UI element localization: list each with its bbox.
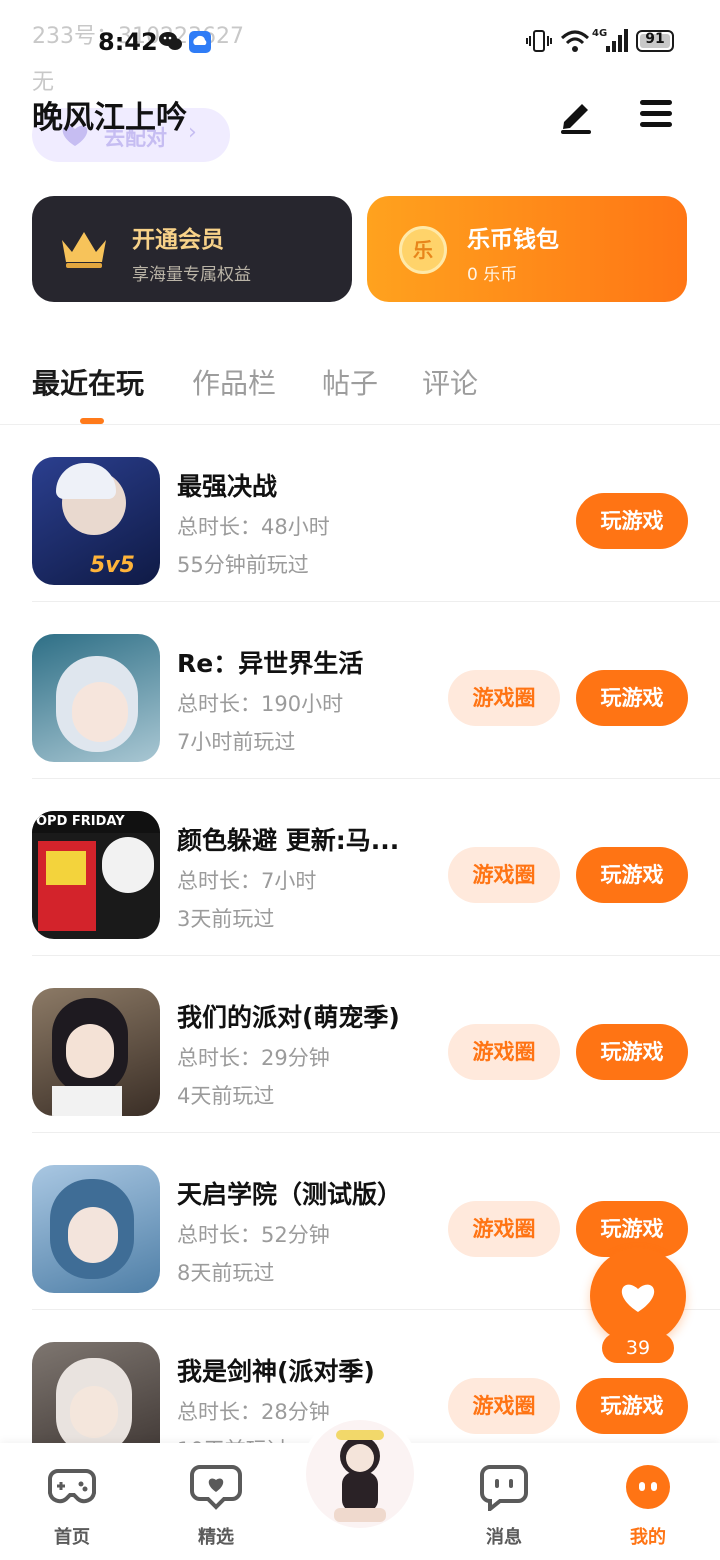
game-circle-button[interactable]: 游戏圈	[448, 1378, 560, 1434]
crown-icon	[62, 232, 106, 268]
game-circle-button[interactable]: 游戏圈	[448, 847, 560, 903]
wifi-icon	[560, 30, 590, 52]
game-title: 颜色躲避 更新:马...	[177, 826, 400, 855]
game-row[interactable]: 5v5 最强决战 总时长：48小时 55分钟前玩过 玩游戏	[0, 425, 720, 602]
game-last-played: 7小时前玩过	[177, 730, 296, 754]
game-title: Re：异世界生活	[177, 649, 364, 678]
battery-icon: 91	[636, 30, 674, 52]
game-thumbnail[interactable]	[32, 988, 160, 1116]
game-title: 最强决战	[177, 472, 278, 501]
battery-level: 91	[645, 31, 665, 47]
tab-recent[interactable]: 最近在玩	[32, 362, 144, 402]
heart-chat-icon	[190, 1465, 242, 1510]
game-duration: 总时长：48小时	[177, 515, 330, 539]
tab-comments[interactable]: 评论	[422, 362, 478, 402]
like-button[interactable]	[590, 1248, 686, 1344]
gamepad-icon	[48, 1469, 96, 1504]
game-title: 我们的派对(萌宠季)	[177, 1003, 400, 1032]
chevron-right-icon: ›	[188, 120, 197, 145]
vip-subtitle: 享海量专属权益	[132, 265, 251, 285]
game-thumbnail[interactable]	[32, 634, 160, 762]
game-duration: 总时长：28分钟	[177, 1400, 330, 1424]
pen-icon[interactable]	[552, 90, 600, 138]
coin-icon: 乐	[399, 226, 447, 274]
game-circle-button[interactable]: 游戏圈	[448, 1024, 560, 1080]
wallet-balance: 0 乐币	[467, 265, 518, 285]
game-title: 天启学院（测试版）	[177, 1180, 403, 1209]
play-game-button[interactable]: 玩游戏	[576, 847, 688, 903]
nav-featured-label: 精选	[198, 1527, 234, 1548]
nav-messages[interactable]: 消息	[454, 1451, 554, 1551]
cell-signal-icon: 4G	[592, 28, 628, 52]
coin-glyph: 乐	[413, 238, 433, 262]
game-last-played: 3天前玩过	[177, 907, 275, 931]
status-bar: 233号：310223627 无 8:42 4G 91	[0, 0, 720, 95]
play-game-button[interactable]: 玩游戏	[576, 1024, 688, 1080]
game-duration: 总时长：52分钟	[177, 1223, 330, 1247]
game-row[interactable]: OPD FRIDAY 颜色躲避 更新:马... 总时长：7小时 3天前玩过 游戏…	[0, 779, 720, 956]
message-icon	[480, 1465, 528, 1511]
vibrate-icon	[526, 30, 552, 52]
game-duration: 总时长：29分钟	[177, 1046, 330, 1070]
play-game-button[interactable]: 玩游戏	[576, 493, 688, 549]
like-count: 39	[602, 1333, 674, 1363]
avatar[interactable]	[306, 1420, 414, 1528]
game-last-played: 55分钟前玩过	[177, 553, 309, 577]
nav-home-label: 首页	[54, 1527, 90, 1548]
wallet-title: 乐币钱包	[467, 227, 559, 253]
game-thumbnail[interactable]: OPD FRIDAY	[32, 811, 160, 939]
hamburger-icon[interactable]	[632, 90, 680, 138]
game-last-played: 4天前玩过	[177, 1084, 275, 1108]
vip-title: 开通会员	[132, 227, 224, 253]
nav-messages-label: 消息	[486, 1527, 522, 1548]
tab-works[interactable]: 作品栏	[192, 362, 276, 402]
game-title: 我是剑神(派对季)	[177, 1357, 375, 1386]
vip-card[interactable]: 开通会员 享海量专属权益	[32, 196, 352, 302]
game-row[interactable]: Re：异世界生活 总时长：190小时 7小时前玩过 游戏圈 玩游戏	[0, 602, 720, 779]
game-row[interactable]: 我们的派对(萌宠季) 总时长：29分钟 4天前玩过 游戏圈 玩游戏	[0, 956, 720, 1133]
game-duration: 总时长：7小时	[177, 869, 317, 893]
game-circle-button[interactable]: 游戏圈	[448, 1201, 560, 1257]
game-duration: 总时长：190小时	[177, 692, 344, 716]
game-thumbnail[interactable]: 5v5	[32, 457, 160, 585]
nav-profile-label: 我的	[630, 1527, 666, 1548]
wechat-icon	[159, 32, 182, 50]
game-circle-button[interactable]: 游戏圈	[448, 670, 560, 726]
cloud-app-icon	[189, 31, 211, 53]
play-game-button[interactable]: 玩游戏	[576, 1378, 688, 1434]
profile-icon	[626, 1465, 670, 1509]
svg-text:4G: 4G	[592, 28, 607, 39]
game-thumbnail[interactable]	[32, 1165, 160, 1293]
username: 晚风江上吟	[32, 100, 187, 136]
clock: 8:42	[98, 28, 158, 56]
nav-featured[interactable]: 精选	[166, 1451, 266, 1551]
play-game-button[interactable]: 玩游戏	[576, 670, 688, 726]
nav-home[interactable]: 首页	[22, 1451, 122, 1551]
heart-icon	[621, 1284, 655, 1312]
nav-profile[interactable]: 我的	[598, 1451, 698, 1551]
tab-posts[interactable]: 帖子	[322, 362, 378, 402]
wallet-card[interactable]: 乐 乐币钱包 0 乐币	[367, 196, 687, 302]
game-last-played: 8天前玩过	[177, 1261, 275, 1285]
